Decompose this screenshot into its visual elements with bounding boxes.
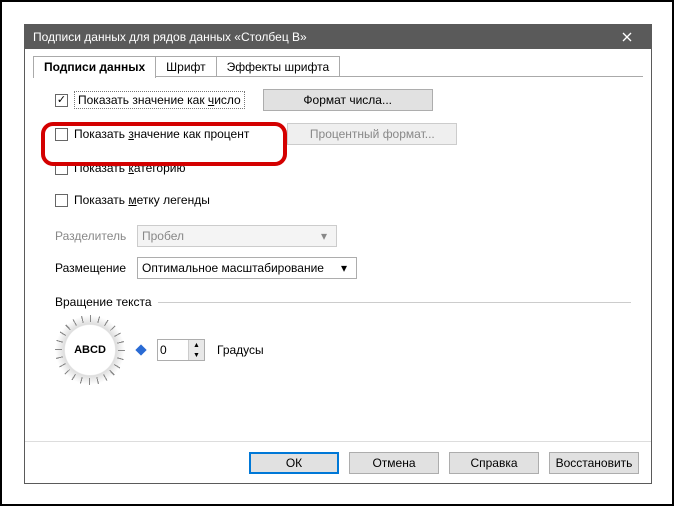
separator-value: Пробел [142,229,184,243]
degrees-input[interactable] [158,343,188,357]
checkbox-show-legend[interactable] [55,194,68,207]
percent-format-button: Процентный формат... [287,123,457,145]
rotation-dial[interactable]: ABCD [55,315,125,385]
spinner-buttons: ▲ ▼ [188,340,204,360]
row-show-number: Показать значение как число Формат числа… [55,87,631,113]
degrees-spinner[interactable]: ▲ ▼ [157,339,205,361]
label-show-legend[interactable]: Показать метку легенды [74,193,210,207]
rotation-fieldset-label: Вращение текста [55,295,631,309]
placement-value: Оптимальное масштабирование [142,261,324,275]
tab-content: Показать значение как число Формат числа… [25,77,651,441]
dialog-window: Подписи данных для рядов данных «Столбец… [24,24,652,484]
ok-button[interactable]: ОК [249,452,339,474]
tab-font-effects[interactable]: Эффекты шрифта [216,56,341,77]
separator-select: Пробел ▾ [137,225,337,247]
close-icon [622,32,632,42]
row-show-category: Показать категорию [55,155,631,181]
dial-marker-icon [135,344,146,355]
checkbox-show-category[interactable] [55,162,68,175]
dial-text: ABCD [74,344,106,356]
checkbox-show-percent[interactable] [55,128,68,141]
window-title: Подписи данных для рядов данных «Столбец… [33,30,609,44]
label-separator: Разделитель [55,229,137,243]
row-placement: Размещение Оптимальное масштабирование ▾ [55,255,631,281]
row-separator: Разделитель Пробел ▾ [55,223,631,249]
spinner-up[interactable]: ▲ [189,340,204,350]
checkbox-show-number[interactable] [55,94,68,107]
dial-ring: ABCD [55,315,125,385]
spinner-down[interactable]: ▼ [189,350,204,360]
tab-data-labels[interactable]: Подписи данных [33,56,156,78]
degrees-label: Градусы [217,343,264,357]
reset-button[interactable]: Восстановить [549,452,639,474]
row-show-legend: Показать метку легенды [55,187,631,213]
chevron-down-icon: ▾ [316,229,332,243]
close-button[interactable] [609,25,645,49]
label-show-percent[interactable]: Показать значение как процент [74,127,249,141]
tab-strip: Подписи данных Шрифт Эффекты шрифта [33,55,651,77]
outer-frame: Подписи данных для рядов данных «Столбец… [0,0,674,506]
placement-select[interactable]: Оптимальное масштабирование ▾ [137,257,357,279]
tab-font[interactable]: Шрифт [155,56,216,77]
rotation-controls: ABCD ▲ ▼ Градусы [55,315,631,385]
number-format-button[interactable]: Формат числа... [263,89,433,111]
cancel-button[interactable]: Отмена [349,452,439,474]
label-placement: Размещение [55,261,137,275]
row-show-percent: Показать значение как процент Процентный… [55,121,631,147]
label-show-number[interactable]: Показать значение как число [74,91,245,109]
titlebar: Подписи данных для рядов данных «Столбец… [25,25,651,49]
chevron-down-icon: ▾ [336,261,352,275]
label-show-category[interactable]: Показать категорию [74,161,185,175]
help-button[interactable]: Справка [449,452,539,474]
dialog-footer: ОК Отмена Справка Восстановить [25,441,651,483]
